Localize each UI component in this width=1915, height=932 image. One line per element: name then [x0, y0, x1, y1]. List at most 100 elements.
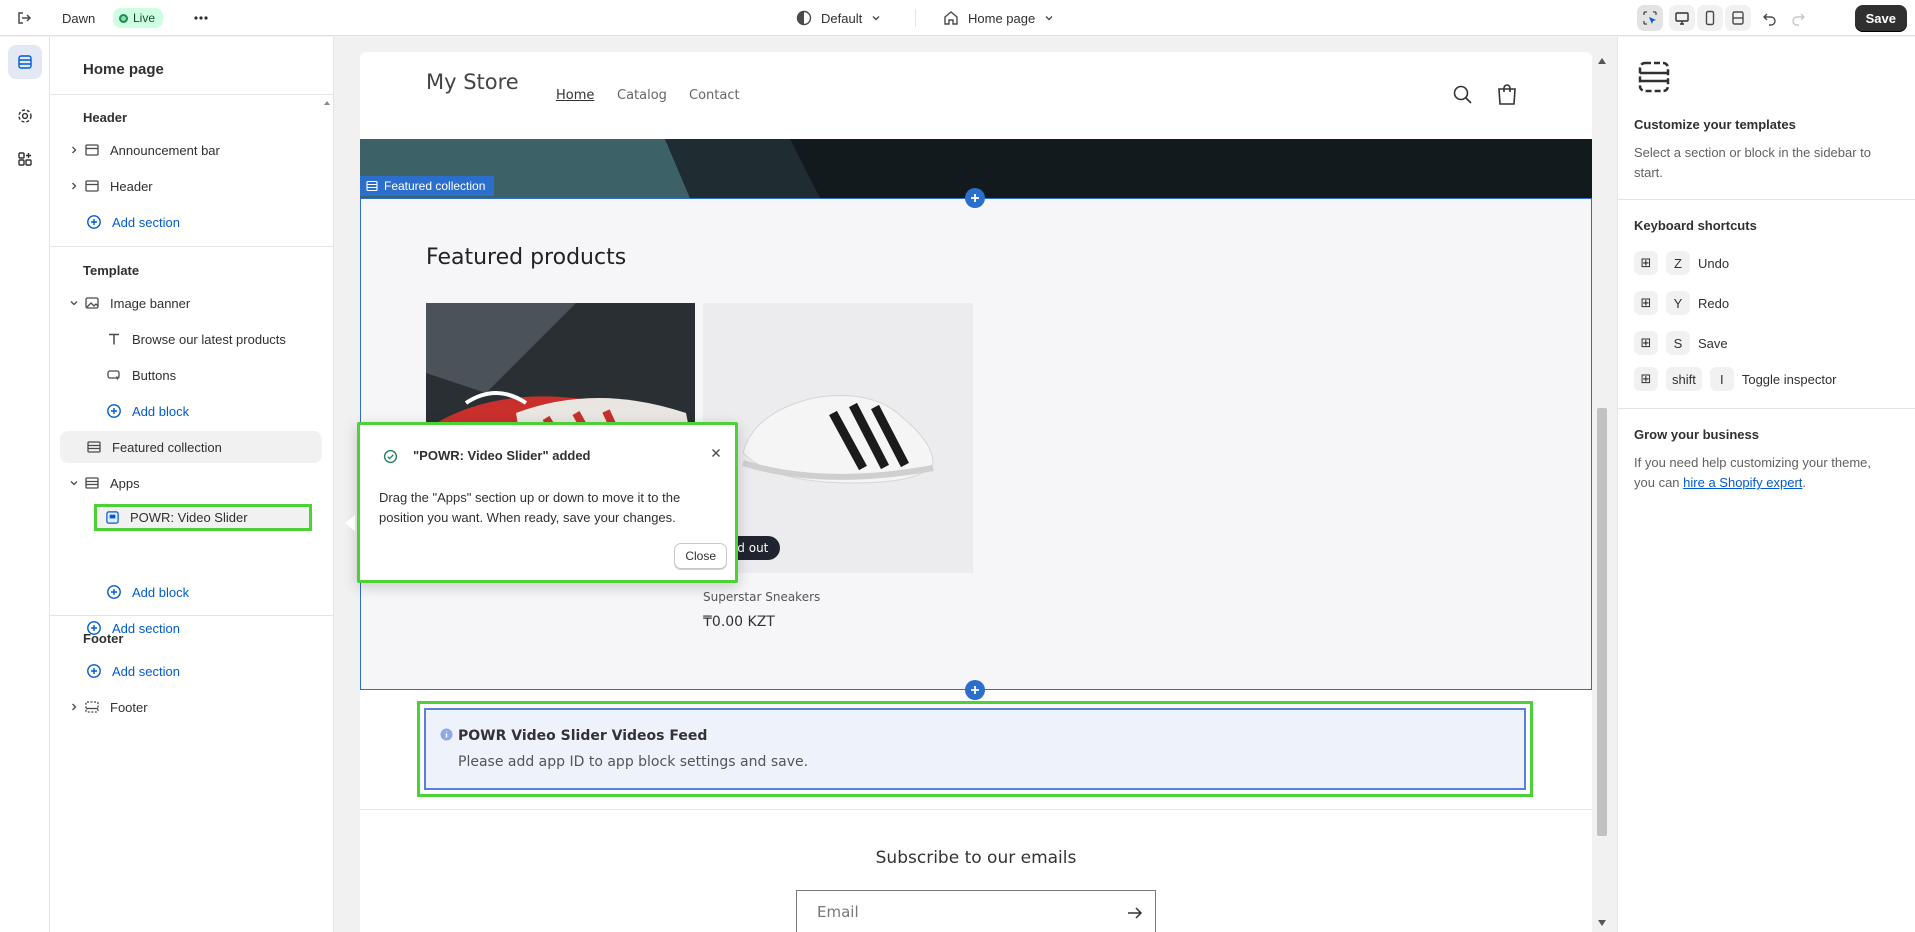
customize-title: Customize your templates	[1634, 117, 1796, 132]
sidebar-item-announcement-bar[interactable]: Announcement bar	[60, 134, 322, 166]
top-bar: Dawn Live Default Home page Save	[0, 0, 1915, 36]
store-logo[interactable]: My Store	[426, 70, 519, 94]
close-icon	[712, 449, 720, 457]
plus-icon	[971, 194, 979, 202]
text-icon	[109, 333, 119, 345]
scroll-down-arrow-icon	[1598, 920, 1606, 926]
scroll-up-icon[interactable]	[323, 99, 331, 107]
command-key-icon: ⊞	[1634, 291, 1658, 315]
page-select-label: Home page	[968, 10, 1036, 26]
section-icon	[85, 180, 99, 192]
undo-button[interactable]	[1757, 5, 1783, 31]
template-group-label: Template	[83, 263, 140, 278]
shortcut-label: Undo	[1698, 255, 1730, 271]
inspector-toggle-button[interactable]	[1637, 5, 1663, 31]
check-circle-icon	[383, 449, 398, 464]
sidebar-block-buttons[interactable]: Buttons	[60, 359, 322, 391]
shortcut-key: shift	[1666, 367, 1702, 391]
right-panel: Customize your templates Select a sectio…	[1617, 37, 1915, 932]
chevron-right-icon	[72, 146, 77, 154]
header-group-label: Header	[83, 110, 128, 125]
chevron-right-icon	[72, 703, 77, 711]
popover-close-x-button[interactable]	[709, 446, 723, 460]
product-card-2-image[interactable]: Sold out	[703, 303, 973, 573]
email-input[interactable]: Email	[796, 890, 1156, 932]
sidebar-item-label: Buttons	[132, 367, 177, 383]
hire-expert-link[interactable]: hire a Shopify expert	[1683, 475, 1802, 490]
page-select[interactable]: Home page	[942, 0, 1055, 36]
chevron-right-icon	[72, 182, 77, 190]
plus-icon	[971, 686, 979, 694]
add-circle-icon	[107, 404, 121, 418]
theme-settings-button[interactable]	[8, 99, 42, 133]
grow-title: Grow your business	[1634, 427, 1759, 442]
shortcut-key: Z	[1666, 251, 1690, 275]
chevron-down-icon	[70, 481, 78, 486]
sidebar-item-image-banner[interactable]: Image banner	[60, 287, 322, 319]
sidebar-item-label: Image banner	[110, 295, 191, 311]
add-section-label: Add section	[112, 663, 180, 679]
add-section-footer-button[interactable]: Add section	[60, 655, 322, 687]
ellipsis-icon	[194, 16, 208, 20]
nav-catalog[interactable]: Catalog	[617, 88, 667, 103]
section-icon	[85, 477, 99, 489]
sidebar-item-footer[interactable]: Footer	[60, 691, 322, 723]
section-tag[interactable]: Featured collection	[360, 176, 495, 196]
sidebar-item-label: POWR: Video Slider	[130, 510, 248, 525]
sidebar-item-header[interactable]: Header	[60, 170, 322, 202]
exit-button[interactable]	[14, 0, 34, 36]
redo-button[interactable]	[1785, 5, 1811, 31]
sidebar-block-powr-video-slider[interactable]: POWR: Video Slider	[94, 504, 312, 531]
shortcut-redo: ⊞ Y Redo	[1634, 291, 1729, 315]
powr-app-block[interactable]: POWR Video Slider Videos Feed Please add…	[417, 701, 1533, 797]
sidebar-block-browse[interactable]: Browse our latest products	[60, 323, 322, 355]
shortcuts-title: Keyboard shortcuts	[1634, 218, 1757, 233]
more-actions-button[interactable]	[188, 0, 214, 36]
sidebar-item-label: Apps	[110, 475, 140, 491]
featured-products-title: Featured products	[426, 245, 627, 270]
desktop-view-button[interactable]	[1669, 5, 1695, 31]
store-cart-button[interactable]	[1496, 83, 1518, 107]
popover-close-button[interactable]: Close	[674, 543, 727, 569]
arrow-right-icon[interactable]	[1127, 906, 1143, 920]
add-block-apps-button[interactable]: Add block	[60, 576, 322, 608]
nav-contact[interactable]: Contact	[689, 88, 740, 103]
white-sneaker-image	[742, 395, 934, 484]
sidebar-item-label: Header	[110, 178, 153, 194]
store-search-button[interactable]	[1452, 84, 1474, 106]
sidebar-item-label: Footer	[110, 699, 148, 715]
chevron-down-icon	[70, 301, 78, 306]
shortcut-label: Save	[1698, 335, 1728, 351]
sidebar-item-apps[interactable]: Apps	[60, 467, 322, 499]
info-icon	[440, 728, 453, 741]
sidebar-item-featured-collection[interactable]: Featured collection	[60, 431, 322, 463]
shortcut-key: I	[1709, 367, 1734, 391]
desktop-icon	[1675, 12, 1689, 25]
add-circle-icon	[107, 585, 121, 599]
sidebar-item-label: Browse our latest products	[132, 331, 286, 347]
product-2-name[interactable]: Superstar Sneakers	[703, 590, 820, 604]
apps-icon	[18, 152, 32, 166]
preview-scroll-thumb[interactable]	[1597, 408, 1607, 836]
add-section-below-button[interactable]	[965, 680, 985, 700]
template-icon	[1638, 61, 1670, 93]
add-section-above-button[interactable]	[965, 188, 985, 208]
nav-home[interactable]: Home	[556, 88, 594, 103]
scroll-up-arrow-icon	[1598, 58, 1606, 64]
save-button[interactable]: Save	[1854, 5, 1907, 32]
apps-button[interactable]	[8, 142, 42, 176]
command-key-icon: ⊞	[1634, 367, 1658, 391]
mobile-view-button[interactable]	[1697, 5, 1723, 31]
app-block-message: Please add app ID to app block settings …	[458, 754, 809, 770]
add-section-header-button[interactable]: Add section	[60, 206, 322, 238]
add-block-banner-button[interactable]: Add block	[60, 395, 322, 427]
divider	[50, 246, 334, 247]
theme-select[interactable]: Default	[795, 0, 882, 36]
full-width-button[interactable]	[1725, 5, 1751, 31]
divider	[360, 809, 1592, 810]
divider	[1618, 199, 1915, 200]
grow-text-end: .	[1802, 475, 1807, 490]
email-placeholder: Email	[817, 903, 859, 921]
sections-button[interactable]	[8, 45, 42, 79]
subscribe-title: Subscribe to our emails	[875, 848, 1077, 868]
